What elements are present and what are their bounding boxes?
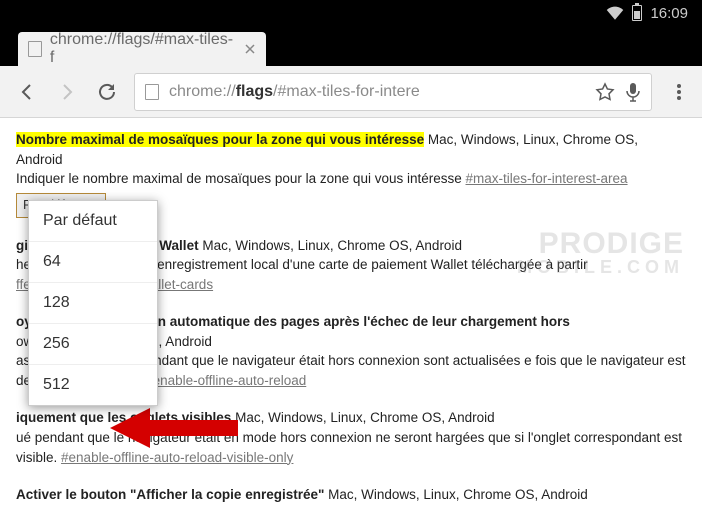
flag-link[interactable]: #max-tiles-for-interest-area: [466, 171, 628, 186]
select-dropdown: Par défaut 64 128 256 512: [28, 200, 158, 406]
dropdown-option[interactable]: 256: [29, 324, 157, 365]
star-icon[interactable]: [595, 82, 615, 102]
menu-button[interactable]: [666, 79, 692, 105]
annotation-arrow: [110, 403, 240, 453]
flag-entry: Activer le bouton "Afficher la copie enr…: [16, 485, 686, 505]
mic-icon[interactable]: [625, 82, 641, 102]
tab-title: chrome://flags/#max-tiles-f: [50, 31, 236, 67]
dropdown-option[interactable]: 128: [29, 283, 157, 324]
flag-platforms: Mac, Windows, Linux, Chrome OS, Android: [202, 238, 462, 253]
browser-tab[interactable]: chrome://flags/#max-tiles-f: [18, 32, 266, 66]
tab-strip: chrome://flags/#max-tiles-f: [0, 26, 702, 66]
clock: 16:09: [650, 5, 688, 22]
flag-platforms: Mac, Windows, Linux, Chrome OS, Android: [235, 410, 495, 425]
status-bar: 16:09: [0, 0, 702, 26]
toolbar: chrome://flags/#max-tiles-for-intere: [0, 66, 702, 118]
back-button[interactable]: [14, 79, 40, 105]
reload-button[interactable]: [94, 79, 120, 105]
url-text: chrome://flags/#max-tiles-for-intere: [169, 83, 420, 101]
omnibox[interactable]: chrome://flags/#max-tiles-for-intere: [134, 73, 652, 111]
battery-icon: [632, 5, 642, 21]
wifi-icon: [606, 6, 624, 20]
close-icon[interactable]: [244, 43, 256, 55]
dropdown-option[interactable]: 512: [29, 365, 157, 405]
watermark: PRODIGE MOBILE.COM: [517, 230, 684, 276]
forward-button: [54, 79, 80, 105]
dropdown-option[interactable]: 64: [29, 242, 157, 283]
flag-link[interactable]: #enable-offline-auto-reload: [145, 373, 306, 388]
flag-desc: Indiquer le nombre maximal de mosaïques …: [16, 171, 462, 186]
page-icon: [145, 84, 159, 100]
page-icon: [28, 41, 42, 57]
flag-title: Nombre maximal de mosaïques pour la zone…: [16, 132, 424, 147]
dropdown-option[interactable]: Par défaut: [29, 201, 157, 242]
